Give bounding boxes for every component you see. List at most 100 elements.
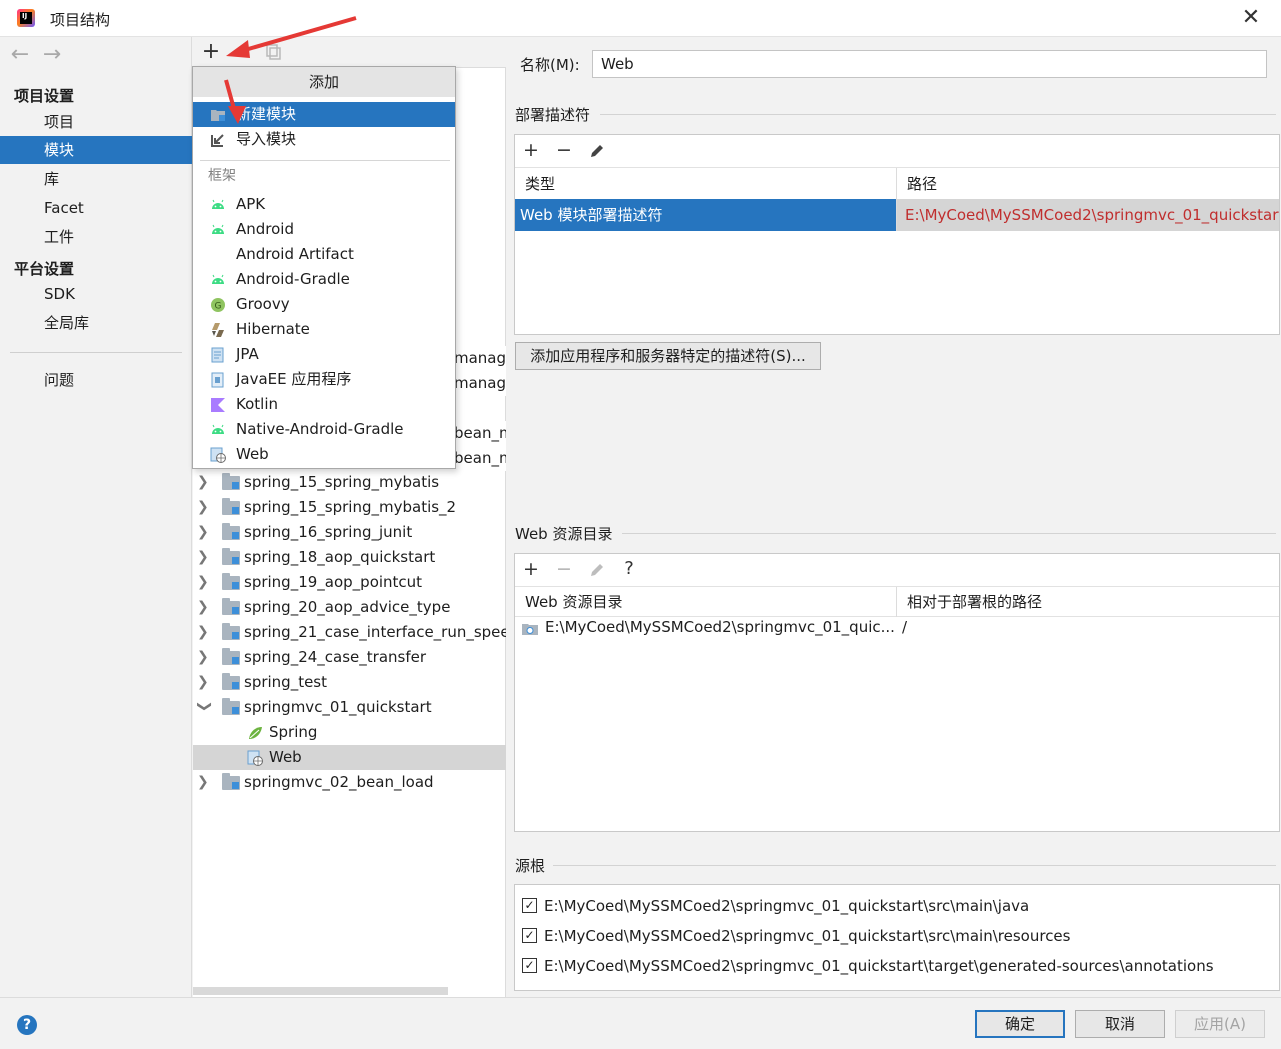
column-header-type[interactable]: 类型: [515, 168, 897, 200]
tree-row[interactable]: ❯ spring_18_aop_quickstart: [193, 545, 506, 570]
back-arrow-icon[interactable]: ←: [8, 42, 32, 67]
cancel-button[interactable]: 取消: [1075, 1010, 1165, 1038]
tree-row[interactable]: ❯ spring_21_case_interface_run_speed: [193, 620, 506, 645]
groovy-icon: G: [211, 298, 225, 312]
chevron-down-icon[interactable]: ❯: [193, 701, 217, 715]
add-server-descriptor-button[interactable]: 添加应用程序和服务器特定的描述符(S)...: [515, 342, 821, 370]
tree-row[interactable]: ❯ spring_15_spring_mybatis_2: [193, 495, 506, 520]
group-divider: [553, 865, 1276, 866]
remove-icon[interactable]: −: [553, 139, 575, 161]
web-folder-icon: [522, 624, 538, 635]
add-icon[interactable]: +: [520, 558, 542, 580]
edit-pencil-icon[interactable]: [588, 142, 606, 160]
chevron-right-icon[interactable]: ❯: [197, 520, 211, 545]
descriptor-type-cell[interactable]: Web 模块部署描述符: [515, 199, 896, 231]
web-resource-dir-cell[interactable]: E:\MyCoed\MySSMCoed2\springmvc_01_quic..…: [545, 618, 895, 636]
platform-settings-header: 平台设置: [14, 260, 75, 278]
chevron-right-icon[interactable]: ❯: [197, 545, 211, 570]
sidebar-item-artifacts[interactable]: 工件: [0, 223, 192, 251]
column-header-relative-path[interactable]: 相对于部署根的路径: [897, 587, 1279, 617]
chevron-right-icon[interactable]: ❯: [197, 770, 211, 795]
menu-item-hibernate[interactable]: Hibernate: [193, 317, 455, 342]
sidebar-item-libraries[interactable]: 库: [0, 165, 192, 193]
chevron-right-icon[interactable]: ❯: [197, 470, 211, 495]
checkbox-checked[interactable]: ✓: [522, 898, 537, 913]
menu-item-android-gradle[interactable]: Android-Gradle: [193, 267, 455, 292]
edit-pencil-icon: [591, 564, 603, 576]
sidebar-item-project[interactable]: 项目: [0, 108, 192, 136]
tree-row[interactable]: ❯ springmvc_02_bean_load: [193, 770, 506, 795]
group-divider: [600, 114, 1276, 115]
facet-label: Spring: [269, 723, 318, 741]
module-folder-icon: [222, 623, 240, 640]
sidebar-item-sdk[interactable]: SDK: [0, 280, 192, 308]
kotlin-icon: [211, 398, 225, 412]
column-header-web-resource-dir[interactable]: Web 资源目录: [515, 587, 897, 617]
annotation-arrow-icon: [224, 79, 246, 124]
chevron-right-icon[interactable]: ❯: [197, 570, 211, 595]
module-folder-icon: [222, 523, 240, 540]
menu-item-javaee[interactable]: JavaEE 应用程序: [193, 367, 455, 392]
tree-row[interactable]: Spring: [193, 720, 506, 745]
tree-row[interactable]: ❯ spring_test: [193, 670, 506, 695]
menu-item-native-android-gradle[interactable]: Native-Android-Gradle: [193, 417, 455, 442]
module-label: springmvc_01_quickstart: [244, 698, 432, 716]
menu-item-android[interactable]: Android: [193, 217, 455, 242]
chevron-right-icon[interactable]: ❯: [197, 595, 211, 620]
name-input[interactable]: Web: [592, 50, 1267, 78]
descriptor-path-cell[interactable]: E:\MyCoed\MySSMCoed2\springmvc_01_quicks…: [897, 199, 1279, 231]
sidebar-item-problems[interactable]: 问题: [0, 366, 192, 394]
module-folder-icon: [222, 573, 240, 590]
tree-row[interactable]: ❯ spring_16_spring_junit: [193, 520, 506, 545]
remove-icon: −: [556, 558, 572, 580]
menu-item-label: APK: [236, 195, 266, 213]
help-question-icon[interactable]: ?: [618, 558, 640, 579]
chevron-right-icon[interactable]: ❯: [197, 645, 211, 670]
chevron-right-icon[interactable]: ❯: [197, 670, 211, 695]
menu-item-web[interactable]: Web: [193, 442, 455, 467]
web-resource-title: Web 资源目录: [515, 525, 613, 543]
spring-leaf-icon: [249, 727, 262, 739]
close-window-button[interactable]: ✕: [1240, 5, 1262, 31]
module-label: spring_15_spring_mybatis_2: [244, 498, 457, 516]
tree-row[interactable]: ❯ spring_20_aop_advice_type: [193, 595, 506, 620]
chevron-right-icon[interactable]: ❯: [197, 620, 211, 645]
chevron-right-icon[interactable]: ❯: [197, 495, 211, 520]
import-module-icon: [211, 134, 224, 147]
checkbox-checked[interactable]: ✓: [522, 928, 537, 943]
module-label: spring_18_aop_quickstart: [244, 548, 436, 566]
group-divider: [622, 533, 1276, 534]
module-folder-icon: [222, 498, 240, 515]
menu-item-label: Android-Gradle: [236, 270, 350, 288]
facet-label: Web: [269, 748, 302, 766]
module-folder-icon: [222, 698, 240, 715]
sidebar-item-facet[interactable]: Facet: [0, 194, 192, 222]
forward-arrow-icon[interactable]: →: [40, 42, 64, 67]
horizontal-scrollbar[interactable]: [193, 987, 448, 995]
menu-item-android-artifact[interactable]: Android Artifact: [193, 242, 455, 267]
sidebar-item-modules[interactable]: 模块: [0, 136, 192, 164]
module-folder-icon: [222, 673, 240, 690]
add-icon[interactable]: +: [520, 139, 542, 161]
sidebar-item-global-libraries[interactable]: 全局库: [0, 309, 192, 337]
help-icon[interactable]: ?: [17, 1015, 37, 1035]
tree-row-selected[interactable]: Web: [193, 745, 506, 770]
javaee-icon: [211, 372, 224, 388]
android-icon: [212, 424, 224, 434]
tree-row[interactable]: ❯ spring_15_spring_mybatis: [193, 470, 506, 495]
tree-row[interactable]: ❯ spring_19_aop_pointcut: [193, 570, 506, 595]
menu-item-kotlin[interactable]: Kotlin: [193, 392, 455, 417]
add-icon[interactable]: +: [200, 40, 222, 64]
tree-row[interactable]: ❯ spring_24_case_transfer: [193, 645, 506, 670]
relative-path-cell[interactable]: /: [902, 618, 907, 636]
module-label: spring_16_spring_junit: [244, 523, 413, 541]
menu-item-import-module[interactable]: 导入模块: [193, 127, 455, 152]
ok-button[interactable]: 确定: [975, 1010, 1065, 1038]
menu-item-jpa[interactable]: JPA: [193, 342, 455, 367]
module-folder-icon: [222, 598, 240, 615]
menu-item-groovy[interactable]: G Groovy: [193, 292, 455, 317]
tree-row[interactable]: ❯ springmvc_01_quickstart: [193, 695, 506, 720]
checkbox-checked[interactable]: ✓: [522, 958, 537, 973]
menu-item-apk[interactable]: APK: [193, 192, 455, 217]
column-header-path[interactable]: 路径: [897, 168, 1279, 200]
